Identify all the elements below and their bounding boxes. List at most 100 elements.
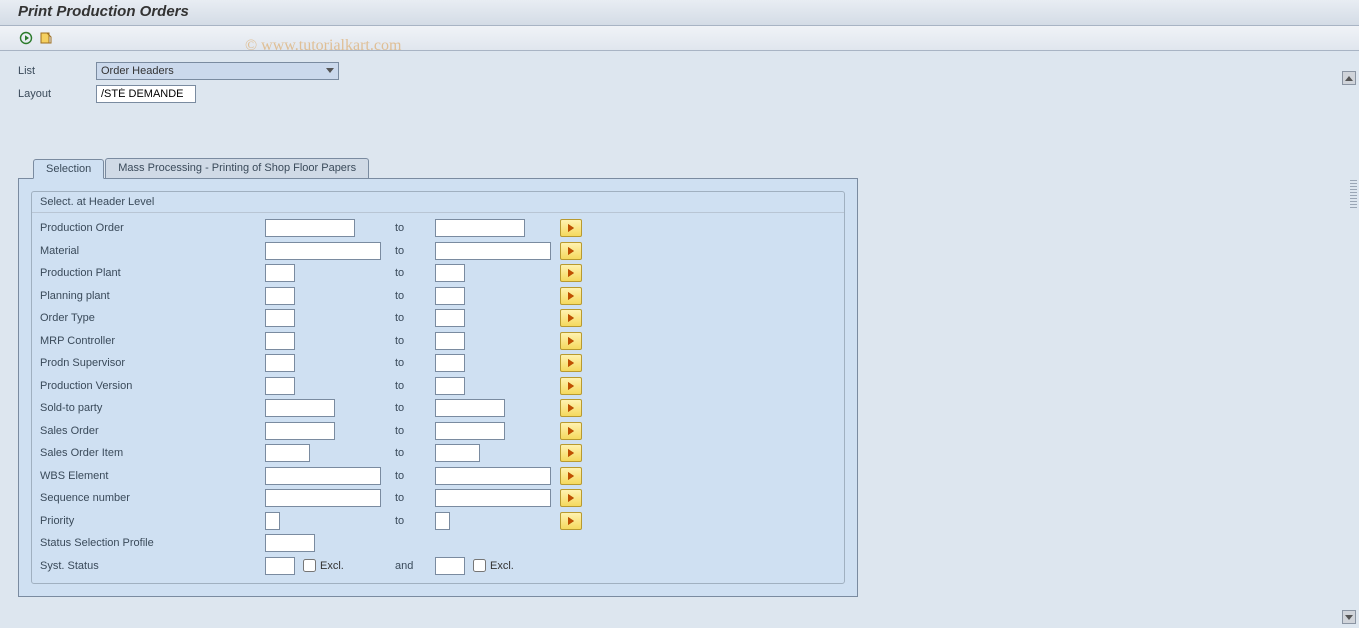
syst-status-1[interactable] — [265, 557, 295, 575]
arrow-right-icon — [568, 314, 574, 322]
arrow-right-icon — [568, 382, 574, 390]
group-title: Select. at Header Level — [32, 192, 844, 213]
label-mrp-controller: MRP Controller — [40, 335, 265, 347]
top-fields: List Order Headers Layout — [18, 61, 1349, 103]
production-version-to[interactable] — [435, 377, 465, 395]
priority-to[interactable] — [435, 512, 450, 530]
row-prodn-supervisor: Prodn Supervisor to — [40, 352, 836, 375]
arrow-right-icon — [568, 449, 574, 457]
scroll-down-button[interactable] — [1342, 610, 1356, 624]
sales-order-multi[interactable] — [560, 422, 582, 440]
sales-order-item-from[interactable] — [265, 444, 310, 462]
arrow-right-icon — [568, 404, 574, 412]
order-type-multi[interactable] — [560, 309, 582, 327]
sequence-number-from[interactable] — [265, 489, 381, 507]
label-production-plant: Production Plant — [40, 267, 265, 279]
priority-multi[interactable] — [560, 512, 582, 530]
row-production-version: Production Version to — [40, 375, 836, 398]
mrp-controller-from[interactable] — [265, 332, 295, 350]
excl-2-checkbox[interactable] — [473, 559, 486, 572]
main-content: List Order Headers Layout Selection Mass… — [0, 51, 1359, 628]
material-to[interactable] — [435, 242, 551, 260]
tab-selection[interactable]: Selection — [33, 159, 104, 179]
variant-icon[interactable] — [38, 30, 54, 46]
toolbar — [0, 26, 1359, 51]
material-from[interactable] — [265, 242, 381, 260]
arrow-right-icon — [568, 269, 574, 277]
production-order-from[interactable] — [265, 219, 355, 237]
row-sold-to-party: Sold-to party to — [40, 397, 836, 420]
tab-mass-processing[interactable]: Mass Processing - Printing of Shop Floor… — [105, 158, 369, 178]
row-syst-status: Syst. Status Excl. and Excl. — [40, 555, 836, 578]
label-status-selection-profile: Status Selection Profile — [40, 537, 265, 549]
scroll-up-button[interactable] — [1342, 71, 1356, 85]
production-version-from[interactable] — [265, 377, 295, 395]
row-mrp-controller: MRP Controller to — [40, 330, 836, 353]
production-plant-to[interactable] — [435, 264, 465, 282]
label-syst-status: Syst. Status — [40, 560, 265, 572]
layout-input[interactable] — [96, 85, 196, 103]
label-planning-plant: Planning plant — [40, 290, 265, 302]
planning-plant-multi[interactable] — [560, 287, 582, 305]
execute-icon[interactable] — [18, 30, 34, 46]
page-title: Print Production Orders — [0, 0, 1359, 26]
tabstrip: Selection Mass Processing - Printing of … — [33, 158, 1349, 178]
planning-plant-from[interactable] — [265, 287, 295, 305]
sequence-number-to[interactable] — [435, 489, 551, 507]
label-sequence-number: Sequence number — [40, 492, 265, 504]
production-order-multi[interactable] — [560, 219, 582, 237]
row-material: Material to — [40, 240, 836, 263]
label-wbs-element: WBS Element — [40, 470, 265, 482]
wbs-element-to[interactable] — [435, 467, 551, 485]
sold-to-party-to[interactable] — [435, 399, 505, 417]
wbs-element-from[interactable] — [265, 467, 381, 485]
production-version-multi[interactable] — [560, 377, 582, 395]
splitter-grip[interactable] — [1350, 180, 1357, 208]
arrow-right-icon — [568, 292, 574, 300]
label-order-type: Order Type — [40, 312, 265, 324]
production-plant-multi[interactable] — [560, 264, 582, 282]
label-prodn-supervisor: Prodn Supervisor — [40, 357, 265, 369]
arrow-right-icon — [568, 472, 574, 480]
planning-plant-to[interactable] — [435, 287, 465, 305]
wbs-element-multi[interactable] — [560, 467, 582, 485]
production-order-to[interactable] — [435, 219, 525, 237]
label-sold-to-party: Sold-to party — [40, 402, 265, 414]
status-selection-profile-input[interactable] — [265, 534, 315, 552]
row-planning-plant: Planning plant to — [40, 285, 836, 308]
to-label: to — [395, 222, 435, 234]
sales-order-to[interactable] — [435, 422, 505, 440]
excl-1-checkbox[interactable] — [303, 559, 316, 572]
sequence-number-multi[interactable] — [560, 489, 582, 507]
mrp-controller-to[interactable] — [435, 332, 465, 350]
row-sales-order-item: Sales Order Item to — [40, 442, 836, 465]
arrow-right-icon — [568, 337, 574, 345]
sales-order-from[interactable] — [265, 422, 335, 440]
sales-order-item-multi[interactable] — [560, 444, 582, 462]
excl-1-wrap[interactable]: Excl. — [303, 559, 344, 572]
material-multi[interactable] — [560, 242, 582, 260]
mrp-controller-multi[interactable] — [560, 332, 582, 350]
row-wbs-element: WBS Element to — [40, 465, 836, 488]
sales-order-item-to[interactable] — [435, 444, 480, 462]
prodn-supervisor-multi[interactable] — [560, 354, 582, 372]
excl-2-wrap[interactable]: Excl. — [473, 559, 514, 572]
order-type-to[interactable] — [435, 309, 465, 327]
sold-to-party-multi[interactable] — [560, 399, 582, 417]
priority-from[interactable] — [265, 512, 280, 530]
list-label: List — [18, 65, 96, 77]
label-production-version: Production Version — [40, 380, 265, 392]
list-dropdown[interactable]: Order Headers — [96, 62, 339, 80]
syst-status-2[interactable] — [435, 557, 465, 575]
arrow-right-icon — [568, 224, 574, 232]
row-production-order: Production Order to — [40, 217, 836, 240]
row-order-type: Order Type to — [40, 307, 836, 330]
production-plant-from[interactable] — [265, 264, 295, 282]
prodn-supervisor-to[interactable] — [435, 354, 465, 372]
prodn-supervisor-from[interactable] — [265, 354, 295, 372]
row-priority: Priority to — [40, 510, 836, 533]
label-material: Material — [40, 245, 265, 257]
order-type-from[interactable] — [265, 309, 295, 327]
sold-to-party-from[interactable] — [265, 399, 335, 417]
label-priority: Priority — [40, 515, 265, 527]
